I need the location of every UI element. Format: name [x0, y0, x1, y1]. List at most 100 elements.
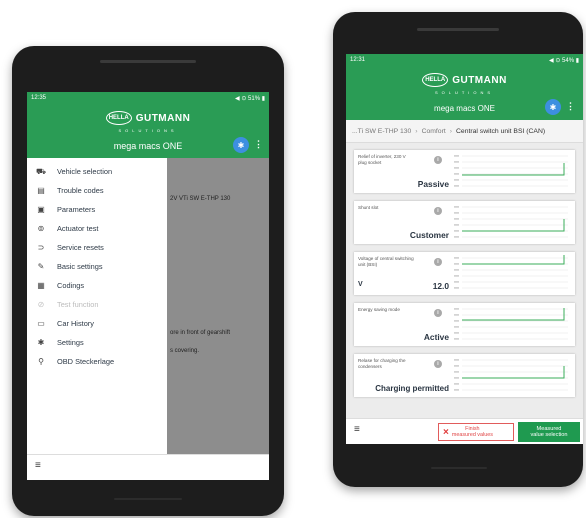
- chart-tick: [454, 383, 459, 385]
- parameter-card[interactable]: Voltage of central switching unit (BSI) …: [354, 252, 575, 295]
- device-chin: [431, 467, 487, 469]
- parameter-list: Relief of inverter, 230 V plug socket i …: [354, 150, 575, 405]
- menu-label: OBD Steckerlage: [57, 357, 115, 366]
- info-icon[interactable]: i: [434, 309, 442, 317]
- menu-item-vehicle-selection[interactable]: ⛟ Vehicle selection: [27, 162, 167, 181]
- info-icon[interactable]: i: [434, 156, 442, 164]
- finish-line-2: measured values: [451, 432, 493, 438]
- search-icon: ⚲: [38, 357, 44, 366]
- measured-line-2: value selection: [530, 432, 568, 438]
- bottom-bar: ≡ × Finish measured values Measured valu…: [346, 418, 583, 444]
- chart-trace: [462, 163, 565, 176]
- chart-tick: [454, 389, 459, 391]
- gear-icon: ✱: [37, 338, 45, 347]
- speaker-grille: [417, 28, 499, 31]
- wrench-icon: ✎: [37, 262, 45, 271]
- navigation-drawer: ⛟ Vehicle selection ▤ Trouble codes ▣ Pa…: [27, 158, 167, 480]
- info-icon[interactable]: i: [434, 207, 442, 215]
- chart-tick: [454, 179, 459, 181]
- background-hint-text: ore in front of gearshift: [170, 330, 231, 336]
- finish-button-label: Finish measured values: [452, 426, 493, 438]
- more-options-icon[interactable]: ⋮: [566, 101, 575, 112]
- menu-item-car-history[interactable]: ▭ Car History: [27, 314, 167, 333]
- device-chin: [114, 498, 182, 500]
- parameter-mini-chart: [454, 206, 568, 238]
- logo-tagline: SOLUTIONS: [434, 90, 495, 95]
- background-vehicle-text: 2V VTi SW E-THP 130: [170, 196, 231, 202]
- measured-button-label: Measured value selection: [530, 426, 567, 439]
- parameter-value: Passive: [417, 179, 449, 189]
- chart-tick: [454, 320, 459, 322]
- chart-tick: [454, 326, 459, 328]
- brand-logo: HELLA GUTMANN: [27, 110, 269, 126]
- chart-tick: [454, 377, 459, 379]
- breadcrumb-current: Central switch unit BSI (CAN): [456, 127, 546, 135]
- parameter-mini-chart: [454, 255, 568, 289]
- parameter-card[interactable]: Shunt slot i Customer: [354, 201, 575, 244]
- more-options-icon[interactable]: ⋮: [254, 139, 263, 150]
- breadcrumb-separator: ›: [415, 127, 418, 135]
- chart-tick: [454, 206, 459, 208]
- parameter-name: Relief of inverter, 230 V plug socket: [358, 154, 406, 165]
- parameter-name: Energy saving mode: [358, 307, 400, 312]
- parameter-mini-chart: [454, 155, 568, 187]
- hella-logo: HELLA: [105, 111, 132, 125]
- parameter-card[interactable]: Energy saving mode i Active: [354, 303, 575, 346]
- chart-tick: [454, 359, 459, 361]
- parameter-unit: V: [358, 281, 363, 288]
- parameter-value: Customer: [409, 230, 449, 240]
- hamburger-menu-icon[interactable]: ≡: [35, 460, 41, 471]
- menu-label: Service resets: [57, 243, 104, 252]
- menu-item-actuator-test[interactable]: ⊚ Actuator test: [27, 219, 167, 238]
- background-hint-text-2: s covering.: [170, 348, 200, 354]
- measured-value-selection-button[interactable]: Measured value selection: [518, 422, 580, 442]
- menu-item-settings[interactable]: ✱ Settings: [27, 333, 167, 352]
- chart-tick: [454, 338, 459, 340]
- info-icon[interactable]: i: [434, 360, 442, 368]
- chart-tick: [454, 167, 459, 169]
- car-history-icon: ▭: [37, 319, 45, 328]
- chart-trace: [462, 255, 565, 265]
- right-tablet: 12:31 ◀ ⊙ 54% ▮ HELLA GUTMANN SOLUTIONS …: [333, 12, 583, 487]
- chart-tick: [454, 218, 459, 220]
- finish-measured-values-button[interactable]: × Finish measured values: [438, 423, 514, 441]
- info-icon[interactable]: i: [434, 258, 442, 266]
- menu-item-obd-steckerlage[interactable]: ⚲ OBD Steckerlage: [27, 352, 167, 371]
- chart-tick: [454, 269, 459, 271]
- left-tablet: 12:35 ◀ ⊙ 51% ▮ HELLA GUTMANN SOLUTIONS …: [12, 46, 284, 516]
- status-time: 12:31: [350, 57, 366, 63]
- parameter-card[interactable]: Relase for charging the condensers i Cha…: [354, 354, 575, 397]
- breadcrumb-vehicle[interactable]: ...Ti SW E-THP 130: [352, 128, 411, 135]
- chart-trace: [462, 308, 565, 321]
- test-function-icon: ⊘: [37, 300, 45, 309]
- title-row: mega macs ONE ✱ ⋮: [346, 99, 583, 115]
- speaker-grille: [100, 60, 196, 63]
- app-title: mega macs ONE: [434, 103, 495, 113]
- menu-label: Car History: [57, 319, 94, 328]
- parameter-name: Relase for charging the condensers: [358, 358, 406, 369]
- measured-line-1: Measured: [536, 425, 562, 432]
- chart-tick: [454, 287, 459, 289]
- parameter-card[interactable]: Relief of inverter, 230 V plug socket i …: [354, 150, 575, 193]
- status-time: 12:35: [31, 95, 47, 101]
- app-title: mega macs ONE: [113, 141, 183, 151]
- chart-tick: [454, 365, 459, 367]
- menu-item-basic-settings[interactable]: ✎ Basic settings: [27, 257, 167, 276]
- menu-item-parameters[interactable]: ▣ Parameters: [27, 200, 167, 219]
- bluetooth-icon[interactable]: ✱: [545, 99, 561, 115]
- codings-icon: ▦: [37, 281, 45, 290]
- chart-tick: [454, 257, 459, 259]
- menu-item-service-resets[interactable]: ⊃ Service resets: [27, 238, 167, 257]
- breadcrumb-category[interactable]: Comfort: [422, 128, 446, 135]
- menu-label: Settings: [57, 338, 84, 347]
- parameter-mini-chart: [454, 308, 568, 340]
- chart-tick: [454, 185, 459, 187]
- chart-tick: [454, 230, 459, 232]
- menu-item-codings[interactable]: ▦ Codings: [27, 276, 167, 295]
- left-screen: 12:35 ◀ ⊙ 51% ▮ HELLA GUTMANN SOLUTIONS …: [27, 92, 269, 480]
- menu-item-trouble-codes[interactable]: ▤ Trouble codes: [27, 181, 167, 200]
- hamburger-menu-icon[interactable]: ≡: [354, 424, 360, 435]
- status-bar: 12:35 ◀ ⊙ 51% ▮: [27, 92, 269, 104]
- status-icons: ◀ ⊙ 54% ▮: [549, 57, 579, 64]
- bluetooth-icon[interactable]: ✱: [233, 137, 249, 153]
